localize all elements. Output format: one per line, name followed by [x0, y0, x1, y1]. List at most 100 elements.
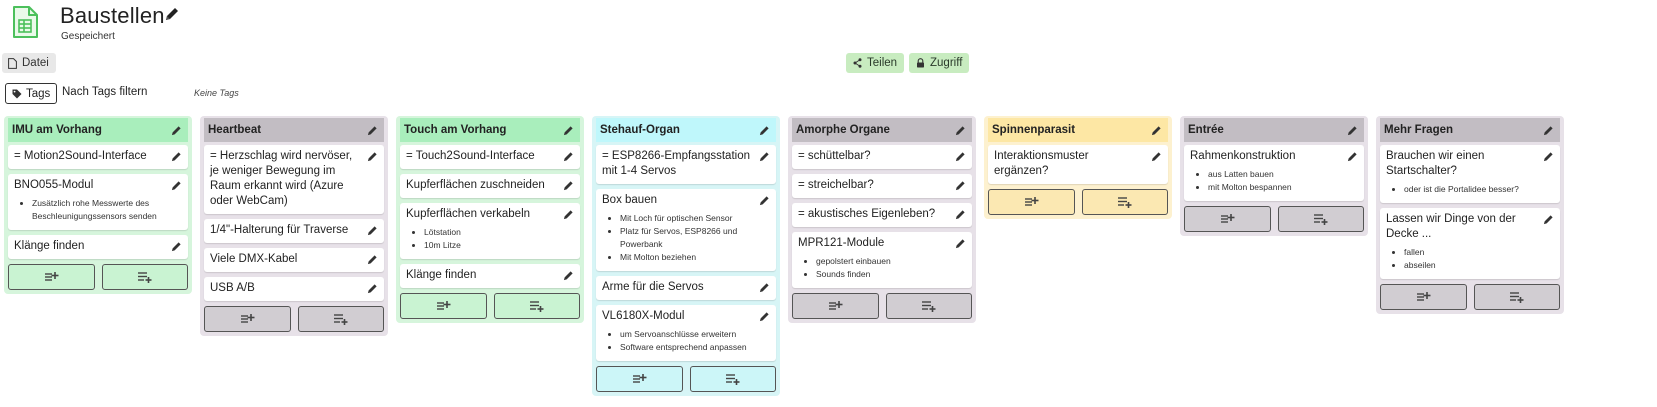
card[interactable]: = schüttelbar?: [792, 145, 972, 169]
pencil-icon[interactable]: [367, 254, 378, 265]
card[interactable]: Klänge finden: [8, 235, 188, 259]
add-list-button[interactable]: [1473, 284, 1560, 310]
add-card-button[interactable]: [8, 264, 95, 290]
pencil-icon[interactable]: [563, 209, 574, 220]
card-header: Kupferflächen zuschneiden: [406, 178, 574, 193]
add-list-button[interactable]: [297, 306, 384, 332]
column-title[interactable]: Touch am Vorhang: [404, 124, 506, 136]
pencil-icon[interactable]: [1543, 214, 1554, 225]
card[interactable]: 1/4"-Halterung für Traverse: [204, 219, 384, 243]
card[interactable]: VL6180X-Modul um Servoanschlüsse erweiter…: [596, 305, 776, 361]
pencil-icon[interactable]: [1543, 151, 1554, 162]
column-title[interactable]: Mehr Fragen: [1384, 124, 1453, 136]
card-title: VL6180X-Modul: [602, 310, 685, 322]
add-card-button[interactable]: [1380, 284, 1467, 310]
card[interactable]: Interaktionsmuster ergänzen?: [988, 145, 1168, 184]
card[interactable]: Kupferflächen zuschneiden: [400, 174, 580, 198]
add-card-icon: [1024, 196, 1039, 208]
card-title: Klänge finden: [14, 240, 85, 252]
card-title: Lassen wir Dinge von der Decke ...: [1386, 213, 1516, 240]
card[interactable]: Box bauen Mit Loch für optischen SensorPl…: [596, 189, 776, 271]
pencil-icon[interactable]: [759, 311, 770, 322]
add-list-button[interactable]: [885, 293, 972, 319]
add-card-button[interactable]: [596, 366, 683, 392]
card[interactable]: = Motion2Sound-Interface: [8, 145, 188, 169]
column-title[interactable]: Heartbeat: [208, 124, 261, 136]
document-icon: [13, 6, 38, 38]
card-title: MPR121-Module: [798, 237, 885, 249]
add-card-icon: [1220, 213, 1235, 225]
card[interactable]: = Touch2Sound-Interface: [400, 145, 580, 169]
add-card-icon: [1416, 291, 1431, 303]
pencil-icon[interactable]: [955, 125, 966, 136]
add-card-button[interactable]: [204, 306, 291, 332]
checklist-item: Software entsprechend anpassen: [620, 341, 770, 354]
pencil-icon[interactable]: [563, 125, 574, 136]
pencil-icon[interactable]: [367, 151, 378, 162]
add-list-button[interactable]: [493, 293, 580, 319]
column-title[interactable]: Spinnenparasit: [992, 124, 1075, 136]
add-list-button[interactable]: [1081, 189, 1168, 215]
pencil-icon[interactable]: [759, 125, 770, 136]
card-header: Klänge finden: [14, 239, 182, 254]
pencil-icon[interactable]: [171, 241, 182, 252]
add-list-icon: [725, 373, 740, 385]
pencil-icon[interactable]: [367, 283, 378, 294]
access-button[interactable]: Zugriff: [909, 53, 970, 73]
card[interactable]: Viele DMX-Kabel: [204, 248, 384, 272]
file-button[interactable]: Datei: [2, 53, 56, 73]
pencil-icon[interactable]: [759, 195, 770, 206]
card-header: MPR121-Module: [798, 236, 966, 251]
pencil-icon[interactable]: [563, 151, 574, 162]
pencil-icon[interactable]: [955, 180, 966, 191]
pencil-icon[interactable]: [955, 209, 966, 220]
pencil-icon[interactable]: [1151, 125, 1162, 136]
pencil-icon[interactable]: [171, 180, 182, 191]
card[interactable]: MPR121-Module gepolstert einbauenSounds f…: [792, 232, 972, 288]
pencil-icon[interactable]: [164, 6, 180, 22]
column-title[interactable]: Amorphe Organe: [796, 124, 890, 136]
card[interactable]: BNO055-Modul Zusätzlich rohe Messwerte de…: [8, 174, 188, 230]
pencil-icon[interactable]: [171, 151, 182, 162]
pencil-icon[interactable]: [1347, 125, 1358, 136]
pencil-icon[interactable]: [1151, 151, 1162, 162]
add-card-button[interactable]: [400, 293, 487, 319]
column-title[interactable]: Entrée: [1188, 124, 1224, 136]
column-title[interactable]: IMU am Vorhang: [12, 124, 102, 136]
add-list-button[interactable]: [101, 264, 188, 290]
card[interactable]: Arme für die Servos: [596, 276, 776, 300]
pencil-icon[interactable]: [367, 125, 378, 136]
card[interactable]: Lassen wir Dinge von der Decke ... fallen…: [1380, 208, 1560, 279]
card[interactable]: Brauchen wir einen Startschalter? oder is…: [1380, 145, 1560, 203]
pencil-icon[interactable]: [759, 151, 770, 162]
add-card-button[interactable]: [988, 189, 1075, 215]
card[interactable]: Kupferflächen verkabeln Lötstation10m Lit…: [400, 203, 580, 259]
pencil-icon[interactable]: [1347, 151, 1358, 162]
pencil-icon[interactable]: [955, 238, 966, 249]
card[interactable]: USB A/B: [204, 277, 384, 301]
checklist-item: gepolstert einbauen: [816, 255, 966, 268]
add-card-button[interactable]: [792, 293, 879, 319]
card[interactable]: Rahmenkonstruktion aus Latten bauenmit Mo…: [1184, 145, 1364, 201]
card[interactable]: = ESP8266-Empfangsstation mit 1-4 Servos: [596, 145, 776, 184]
card[interactable]: = streichelbar?: [792, 174, 972, 198]
card[interactable]: = akustisches Eigenleben?: [792, 203, 972, 227]
pencil-icon[interactable]: [563, 180, 574, 191]
column-1: Heartbeat = Herzschlag wird nervöser, je …: [200, 116, 388, 336]
pencil-icon[interactable]: [955, 151, 966, 162]
pencil-icon[interactable]: [563, 270, 574, 281]
add-card-button[interactable]: [1184, 206, 1271, 232]
column-title[interactable]: Stehauf-Organ: [600, 124, 680, 136]
card[interactable]: = Herzschlag wird nervöser, je weniger B…: [204, 145, 384, 214]
pencil-icon[interactable]: [1543, 125, 1554, 136]
pencil-icon[interactable]: [171, 125, 182, 136]
share-button[interactable]: Teilen: [846, 53, 905, 73]
tags-button[interactable]: Tags: [5, 83, 58, 104]
pencil-icon[interactable]: [759, 282, 770, 293]
column-actions: [204, 306, 384, 332]
card-header: = streichelbar?: [798, 178, 966, 193]
card[interactable]: Klänge finden: [400, 264, 580, 288]
add-list-button[interactable]: [1277, 206, 1364, 232]
add-list-button[interactable]: [689, 366, 776, 392]
pencil-icon[interactable]: [367, 225, 378, 236]
